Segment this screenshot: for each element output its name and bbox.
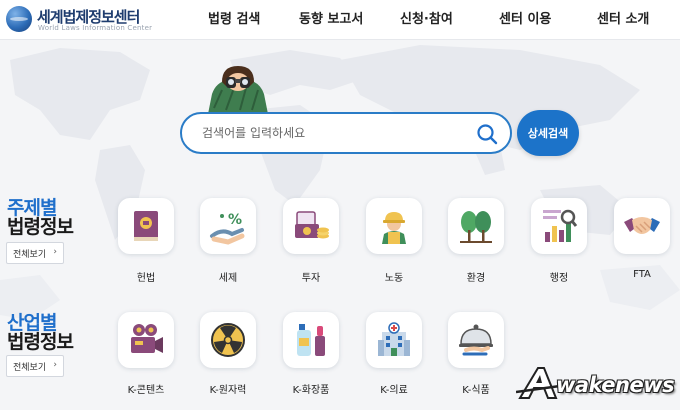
industry-label: K-식품	[462, 385, 490, 396]
svg-text:%: %	[228, 212, 242, 228]
industry-medical[interactable]	[366, 312, 422, 368]
site-header: 세계법제정보센터 World Laws Information Center 법…	[0, 0, 680, 40]
topic-constitution[interactable]	[118, 198, 174, 254]
chevron-right-icon: ›	[53, 247, 57, 257]
food-cloche-icon	[459, 324, 493, 356]
topic-label: 환경	[466, 273, 486, 284]
industries-title-line2: 법령정보	[7, 331, 74, 353]
industries-view-all-label: 전체보기	[13, 362, 47, 373]
topic-fta[interactable]	[614, 198, 670, 254]
tax-percent-icon: %	[210, 212, 245, 245]
topic-environment[interactable]	[448, 198, 504, 254]
nav-center-about[interactable]: 센터 소개	[597, 8, 649, 27]
topics-title-line1: 주제별	[7, 197, 57, 219]
industry-label: K-콘텐츠	[127, 385, 165, 396]
nav-application[interactable]: 신청·참여	[400, 8, 453, 27]
administration-chart-icon	[543, 209, 578, 242]
industry-label: K-화장품	[292, 385, 330, 396]
industry-food[interactable]	[448, 312, 504, 368]
nuclear-icon	[211, 323, 245, 357]
topics-view-all-button[interactable]: 전체보기 ›	[6, 242, 64, 264]
constitution-book-icon	[134, 211, 158, 241]
topics-view-all-label: 전체보기	[13, 249, 47, 260]
industry-content[interactable]	[118, 312, 174, 368]
search-icon[interactable]	[476, 123, 498, 145]
watermark-text: wakenews	[556, 373, 675, 397]
topic-investment[interactable]	[283, 198, 339, 254]
nav-law-search[interactable]: 법령 검색	[208, 8, 260, 27]
search-input[interactable]	[202, 123, 472, 143]
industries-view-all-button[interactable]: 전체보기 ›	[6, 355, 64, 377]
cosmetics-icon	[297, 324, 325, 356]
watermark: wakenews	[516, 364, 676, 404]
topic-label: 노동	[384, 273, 404, 284]
topic-label: FTA	[633, 269, 651, 280]
fta-handshake-icon	[624, 217, 660, 234]
topic-labor[interactable]	[366, 198, 422, 254]
topics-title-line2: 법령정보	[7, 216, 74, 238]
topic-label: 투자	[301, 273, 321, 284]
labor-worker-icon	[382, 212, 406, 244]
globe-logo-icon	[6, 6, 32, 32]
chevron-right-icon: ›	[53, 360, 57, 370]
industry-nuclear[interactable]	[200, 312, 256, 368]
site-logo[interactable]: 세계법제정보센터 World Laws Information Center	[6, 4, 176, 34]
topic-tax[interactable]: %	[200, 198, 256, 254]
search-box	[180, 112, 512, 154]
advanced-search-button[interactable]: 상세검색	[517, 110, 579, 156]
industry-label: K-원자력	[209, 385, 247, 396]
nav-center-use[interactable]: 센터 이용	[499, 8, 551, 27]
hospital-icon	[378, 322, 410, 356]
topic-administration[interactable]	[531, 198, 587, 254]
investment-money-icon	[295, 211, 329, 239]
topic-label: 헌법	[136, 273, 156, 284]
topic-label: 세제	[218, 273, 238, 284]
logo-subtitle: World Laws Information Center	[38, 24, 153, 32]
industry-label: K-의료	[380, 385, 408, 396]
binoculars-character-icon	[208, 66, 268, 114]
environment-trees-icon	[460, 211, 492, 243]
content-camera-icon	[131, 324, 163, 353]
industries-title-line1: 산업별	[7, 312, 57, 334]
nav-trend-report[interactable]: 동향 보고서	[299, 8, 363, 27]
topic-label: 행정	[549, 273, 569, 284]
industry-cosmetics[interactable]	[283, 312, 339, 368]
